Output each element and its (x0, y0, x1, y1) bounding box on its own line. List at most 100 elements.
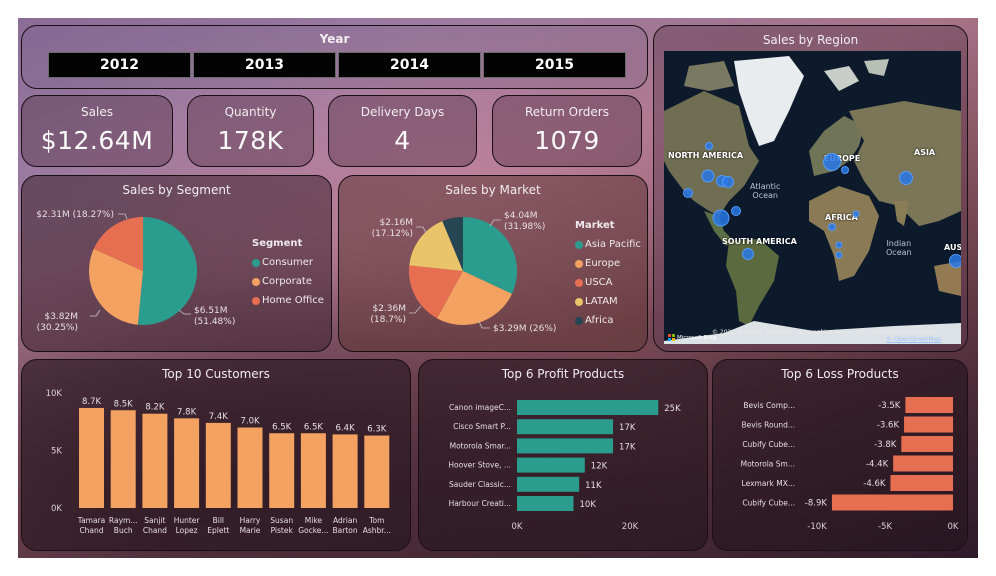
loss-bar[interactable] (890, 475, 953, 491)
pie-data-label: (31.98%) (504, 222, 545, 232)
customer-bar[interactable] (269, 433, 295, 508)
map-bubble[interactable] (712, 209, 730, 227)
x-axis-category: Tamara (77, 516, 106, 525)
customer-bar[interactable] (205, 422, 231, 508)
kpi-value: 1079 (534, 126, 600, 155)
customer-bar[interactable] (364, 435, 390, 508)
loss-bar[interactable] (904, 416, 953, 433)
profit-bar[interactable] (517, 419, 614, 435)
bar-data-label: -3.8K (874, 440, 897, 450)
bar-data-label: 17K (619, 442, 636, 452)
top-6-loss-products-chart: Top 6 Loss Products Bevis Comp... -3.5K Be… (712, 359, 968, 551)
y-axis-category: Cubify Cube... (742, 499, 795, 508)
map-bubble[interactable] (823, 153, 841, 171)
profit-bar[interactable] (517, 438, 614, 454)
x-axis-category: Ashbr... (363, 526, 391, 535)
bar-data-label: -4.4K (866, 460, 889, 470)
loss-bar[interactable] (893, 455, 953, 472)
legend-label: Home Office (262, 295, 324, 306)
legend-dot-icon (252, 277, 260, 286)
customer-bar[interactable] (300, 433, 326, 508)
y-axis-category: Hoover Stove, ... (448, 461, 511, 470)
leader-line (118, 213, 128, 220)
bar-data-label: 8.7K (82, 397, 102, 407)
kpi-card-return-orders: Return Orders 1079 (492, 95, 642, 167)
legend-item-corporate[interactable]: Corporate (252, 272, 324, 291)
y-axis-category: Canon imageC... (449, 403, 511, 412)
legend-label: Asia Pacific (585, 239, 641, 250)
map-bubble[interactable] (949, 254, 961, 268)
bar-data-label: 8.5K (114, 399, 134, 409)
year-button-row: 2012 2013 2014 2015 (48, 52, 626, 78)
x-axis-category: Barton (333, 526, 358, 535)
year-button-2014[interactable]: 2014 (338, 52, 481, 78)
legend-dot-icon (252, 258, 260, 267)
bar-data-label: 6.5K (304, 422, 324, 432)
legend-dot-icon (575, 316, 583, 325)
customer-bar[interactable] (174, 418, 200, 508)
profit-bar[interactable] (517, 457, 585, 473)
profit-bar[interactable] (517, 496, 574, 511)
legend-label: LATAM (585, 296, 618, 307)
bar-data-label: 17K (619, 423, 636, 433)
year-button-2015[interactable]: 2015 (483, 52, 626, 78)
customer-bar[interactable] (142, 413, 168, 508)
x-axis-tick: -5K (878, 522, 892, 532)
world-map[interactable]: NORTH AMERICA SOUTH AMERICA EUROPE AFRIC… (664, 51, 961, 344)
kpi-label: Quantity (224, 105, 277, 119)
y-axis-category: Bevis Comp... (743, 401, 795, 410)
legend-item-home-office[interactable]: Home Office (252, 291, 324, 310)
kpi-value: $12.64M (40, 126, 154, 155)
map-bubble[interactable] (852, 210, 860, 218)
pie-data-label: $3.29M (26%) (493, 324, 556, 334)
x-axis-category: Susan (270, 516, 293, 525)
map-bubble[interactable] (705, 142, 713, 150)
map-bubble[interactable] (835, 251, 843, 259)
customer-bar[interactable] (332, 434, 358, 508)
map-bubble[interactable] (835, 241, 843, 249)
map-bubble[interactable] (742, 248, 754, 260)
customer-bar[interactable] (237, 427, 263, 509)
pie-data-label: (17.12%) (372, 229, 413, 239)
legend-item-asia-pacific[interactable]: Asia Pacific (575, 235, 641, 254)
legend-label: Europe (585, 258, 621, 269)
legend-title: Segment (252, 238, 303, 249)
legend-item-latam[interactable]: LATAM (575, 292, 641, 311)
openstreetmap-link[interactable]: © OpenStreetMap (886, 336, 941, 343)
legend-item-consumer[interactable]: Consumer (252, 253, 324, 272)
map-bubble[interactable] (683, 188, 693, 198)
year-button-2012[interactable]: 2012 (48, 52, 191, 78)
customer-bar[interactable] (110, 410, 136, 508)
loss-bar[interactable] (905, 397, 953, 413)
x-axis-category: Pistek (271, 526, 294, 535)
undefined-slice-consumer[interactable] (137, 217, 198, 325)
y-axis-category: Lexmark MX... (742, 479, 795, 488)
x-axis-category: Gocke... (298, 526, 328, 535)
map-bubble[interactable] (722, 176, 734, 188)
map-label-atlantic-ocean: Atlantic Ocean (750, 182, 781, 200)
bar-data-label: 7.4K (209, 412, 229, 422)
y-axis-category: Cubify Cube... (742, 440, 795, 449)
loss-bar[interactable] (901, 436, 953, 452)
legend-label: USCA (585, 277, 613, 288)
y-axis-category: Cisco Smart P... (453, 422, 511, 431)
profit-bar[interactable] (517, 400, 659, 415)
profit-bar[interactable] (517, 476, 580, 492)
year-button-2013[interactable]: 2013 (193, 52, 336, 78)
loss-bar[interactable] (831, 494, 953, 511)
dashboard-canvas: Year 2012 2013 2014 2015 Sales $12.64M Q… (18, 18, 978, 558)
map-bubble[interactable] (701, 169, 715, 183)
map-bubble[interactable] (731, 206, 741, 216)
map-label-asia: ASIA (914, 148, 936, 157)
legend-item-africa[interactable]: Africa (575, 311, 641, 330)
map-bubble[interactable] (841, 166, 849, 174)
legend-item-usca[interactable]: USCA (575, 273, 641, 292)
sales-by-region-map-card: Sales by Region NORTH AMERICA SOUTH AMER… (653, 25, 968, 352)
y-axis-category: Motorola Smar... (450, 441, 511, 450)
bar-data-label: 6.5K (272, 422, 292, 432)
legend-item-europe[interactable]: Europe (575, 254, 641, 273)
map-bubble[interactable] (828, 223, 836, 231)
map-bubble[interactable] (899, 171, 913, 185)
customer-bar[interactable] (79, 407, 104, 508)
legend-label: Africa (585, 315, 614, 326)
